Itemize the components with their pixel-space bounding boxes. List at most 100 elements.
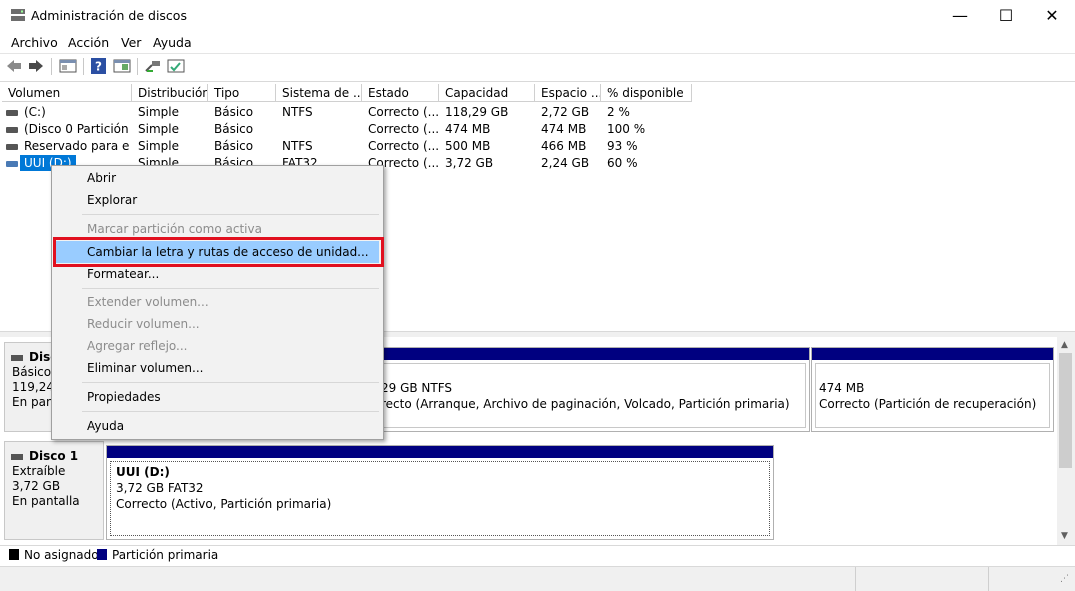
partition-c-status: recto (Arranque, Archivo de paginación, … [381, 397, 790, 411]
cell-estado: Correcto (... [368, 105, 438, 119]
minimize-button[interactable]: — [937, 0, 983, 31]
cell-espacio: 474 MB [541, 122, 587, 136]
cell-distribucion: Simple [138, 105, 179, 119]
menu-separator [82, 411, 379, 412]
column-tipo[interactable]: Tipo [208, 84, 276, 102]
cell-volumen: (Disco 0 Partición 3) [24, 122, 130, 136]
cell-capacidad: 3,72 GB [445, 156, 494, 170]
context-menu: Abrir Explorar Marcar partición como act… [51, 165, 384, 440]
menu-separator [82, 382, 379, 383]
cell-estado: Correcto (... [368, 139, 438, 153]
table-row[interactable]: (Disco 0 Partición 3) Simple Básico Corr… [0, 121, 1075, 138]
cell-sistema: NTFS [282, 139, 313, 153]
console-tree-icon[interactable] [59, 58, 77, 74]
cell-capacidad: 500 MB [445, 139, 491, 153]
cell-volumen: (C:) [24, 105, 46, 119]
cell-tipo: Básico [214, 122, 254, 136]
cell-disponible: 2 % [607, 105, 630, 119]
cell-estado: Correcto (... [368, 122, 438, 136]
volume-icon [6, 110, 18, 116]
title-bar: Administración de discos — ☐ ✕ [0, 0, 1075, 31]
disk-0-type: Básico [12, 365, 52, 379]
cell-disponible: 93 % [607, 139, 638, 153]
legend-primary: Partición primaria [112, 548, 219, 562]
partition-d-status: Correcto (Activo, Partición primaria) [116, 497, 332, 511]
menu-item-reducir: Reducir volumen... [87, 317, 200, 331]
partition-recovery[interactable]: 474 MB Correcto (Partición de recuperaci… [811, 347, 1054, 432]
removable-volume-icon [6, 161, 18, 167]
scroll-down-icon[interactable]: ▼ [1061, 531, 1068, 541]
disk-management-icon [11, 9, 25, 21]
disk-icon [11, 454, 23, 460]
column-volumen[interactable]: Volumen [2, 84, 132, 102]
column-estado[interactable]: Estado [362, 84, 439, 102]
menu-ayuda[interactable]: Ayuda [153, 35, 192, 50]
column-distribucion[interactable]: Distribución [132, 84, 208, 102]
volume-icon [6, 127, 18, 133]
table-row[interactable]: (C:) Simple Básico NTFS Correcto (... 11… [0, 104, 1075, 121]
scroll-thumb[interactable] [1059, 353, 1072, 468]
partition-d-size: 3,72 GB FAT32 [116, 481, 204, 495]
show-pane-icon[interactable] [113, 58, 131, 74]
menu-accion[interactable]: Acción [68, 35, 109, 50]
partition-c-size: 29 GB NTFS [381, 381, 453, 395]
disk-1-label[interactable]: Disco 1 Extraíble 3,72 GB En pantalla [4, 441, 104, 540]
menu-ver[interactable]: Ver [121, 35, 141, 50]
disk-1-status: En pantalla [12, 494, 80, 508]
column-sistema[interactable]: Sistema de ... [276, 84, 362, 102]
toolbar-separator [51, 58, 52, 75]
menu-item-abrir[interactable]: Abrir [54, 167, 379, 189]
menu-item-extender: Extender volumen... [87, 295, 209, 309]
cell-capacidad: 118,29 GB [445, 105, 509, 119]
cell-distribucion: Simple [138, 122, 179, 136]
volume-icon [6, 144, 18, 150]
partition-recovery-status: Correcto (Partición de recuperación) [819, 397, 1037, 411]
menu-bar: Archivo Acción Ver Ayuda [0, 31, 1075, 54]
menu-item-reflejo: Agregar reflejo... [87, 339, 188, 353]
scroll-up-icon[interactable]: ▲ [1061, 340, 1068, 350]
cell-disponible: 100 % [607, 122, 646, 136]
cell-tipo: Básico [214, 105, 254, 119]
resize-grip-icon[interactable]: ⋰ [1060, 574, 1069, 584]
column-capacidad[interactable]: Capacidad [439, 84, 535, 102]
maximize-button[interactable]: ☐ [983, 0, 1029, 31]
highlight-box [53, 237, 384, 267]
window-title: Administración de discos [31, 8, 187, 23]
menu-item-eliminar[interactable]: Eliminar volumen... [54, 357, 379, 379]
menu-separator [82, 214, 379, 215]
cell-distribucion: Simple [138, 139, 179, 153]
cell-espacio: 466 MB [541, 139, 587, 153]
partition-uui-d[interactable]: UUI (D:) 3,72 GB FAT32 Correcto (Activo,… [106, 445, 774, 540]
close-button[interactable]: ✕ [1029, 0, 1075, 31]
toolbar-separator [83, 58, 84, 75]
legend-bar: No asignado Partición primaria [0, 545, 1075, 566]
connect-icon[interactable] [144, 58, 162, 74]
partition-bar [107, 446, 773, 458]
disk-1-name: Disco 1 [29, 449, 79, 463]
properties-icon[interactable] [167, 58, 185, 74]
disk-icon [11, 355, 23, 361]
partition-d-name: UUI (D:) [116, 465, 170, 479]
menu-item-explorar[interactable]: Explorar [54, 189, 379, 211]
forward-arrow-icon[interactable] [27, 58, 45, 74]
help-icon[interactable]: ? [90, 58, 108, 74]
column-disponible[interactable]: % disponible [601, 84, 692, 102]
partition-bar [812, 348, 1053, 360]
column-espacio[interactable]: Espacio ... [535, 84, 601, 102]
cell-tipo: Básico [214, 139, 254, 153]
cell-disponible: 60 % [607, 156, 638, 170]
status-bar: ⋰ [0, 566, 1075, 591]
table-row[interactable]: Reservado para el ... Simple Básico NTFS… [0, 138, 1075, 155]
menu-item-ayuda[interactable]: Ayuda [54, 415, 379, 437]
menu-archivo[interactable]: Archivo [11, 35, 58, 50]
cell-capacidad: 474 MB [445, 122, 491, 136]
back-arrow-icon[interactable] [5, 58, 23, 74]
menu-separator [82, 288, 379, 289]
menu-item-propiedades[interactable]: Propiedades [54, 386, 379, 408]
unassigned-swatch [9, 549, 19, 560]
toolbar-separator [137, 58, 138, 75]
vertical-scrollbar[interactable]: ▲ ▼ [1057, 337, 1075, 545]
partition-recovery-size: 474 MB [819, 381, 865, 395]
cell-volumen: Reservado para el ... [24, 139, 130, 153]
cell-sistema: NTFS [282, 105, 313, 119]
